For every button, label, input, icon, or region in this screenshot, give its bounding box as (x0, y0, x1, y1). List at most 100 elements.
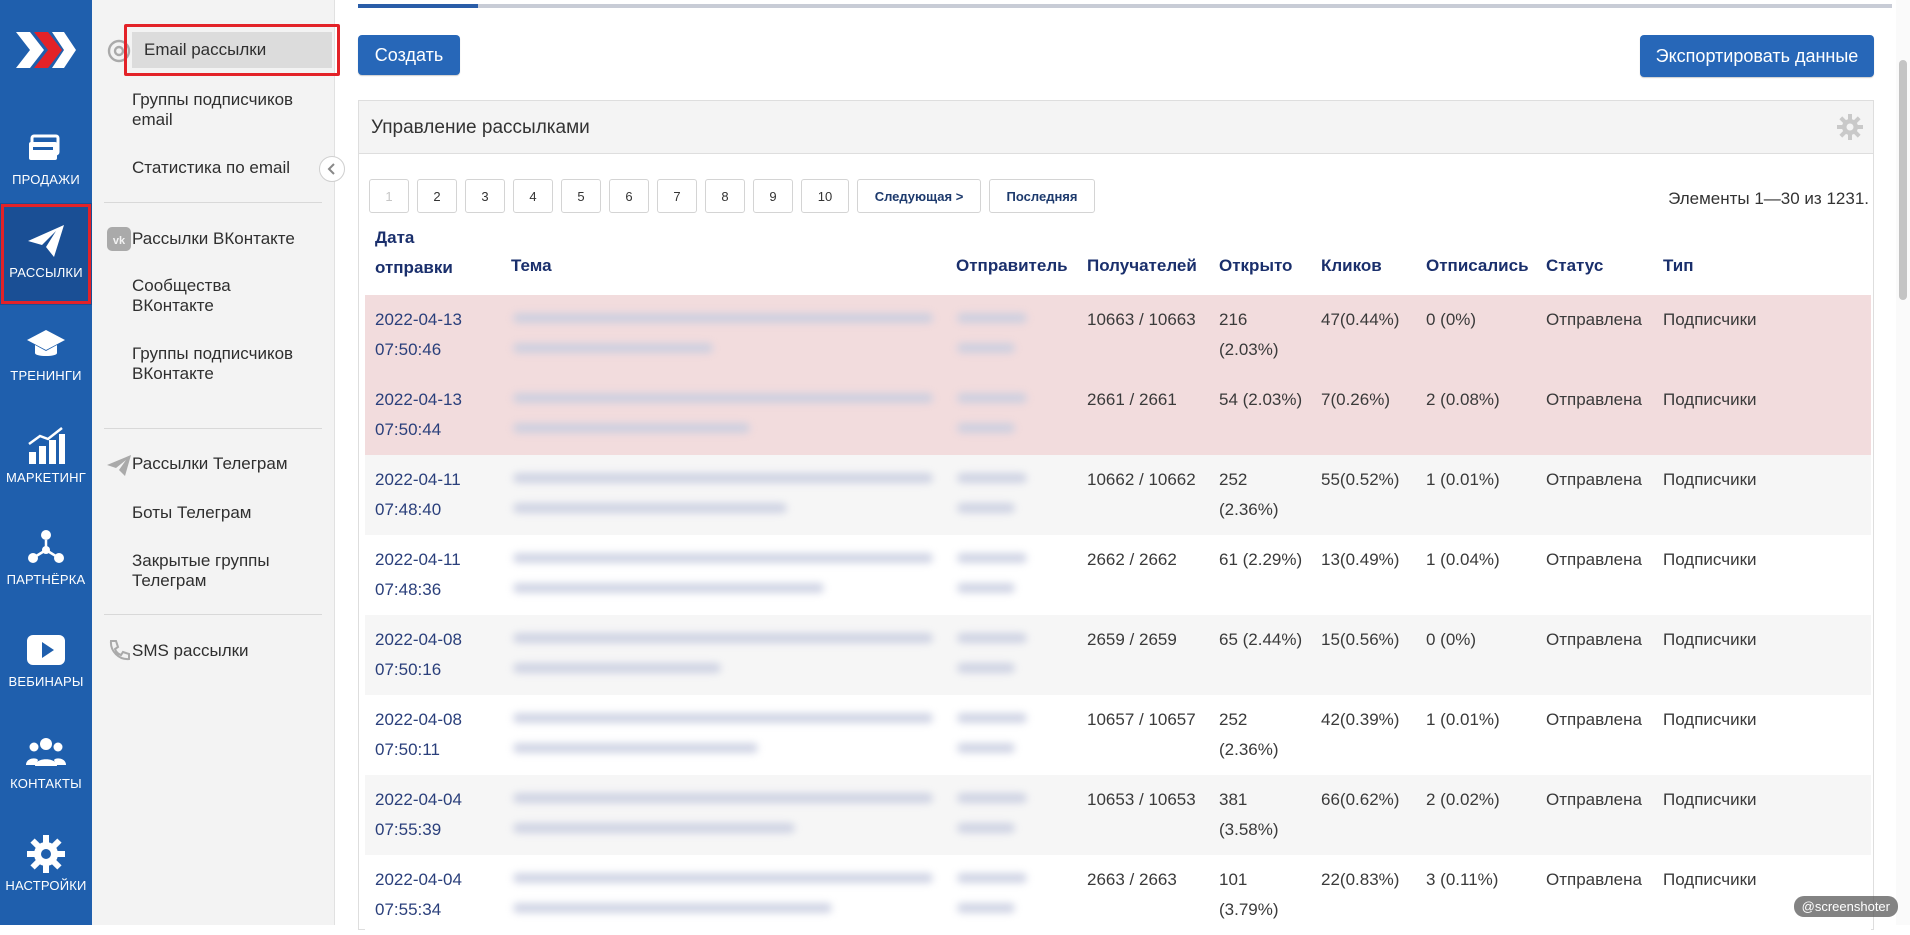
export-data-button[interactable]: Экспортировать данные (1640, 35, 1874, 77)
collapse-submenu-button[interactable] (319, 156, 345, 182)
submenu-telegram-bots[interactable]: Боты Телеграм (132, 503, 308, 523)
unsubscribed-cell: 1 (0.01%) (1426, 710, 1500, 729)
gear-icon (27, 835, 65, 873)
send-date-link[interactable]: 2022-04-04 07:55:39 (375, 785, 462, 845)
send-date-link[interactable]: 2022-04-11 07:48:40 (375, 465, 461, 525)
col-header-status[interactable]: Статус (1546, 251, 1603, 281)
send-date-link[interactable]: 2022-04-13 07:50:44 (375, 385, 462, 445)
opened-cell: 381 (3.58%) (1219, 785, 1279, 845)
col-header-unsubscribed[interactable]: Отписались (1426, 251, 1529, 281)
table-row[interactable]: 2022-04-11 07:48:40 10662 / 10662 252 (2.36%… (365, 455, 1871, 535)
col-header-recipients[interactable]: Получателей (1087, 251, 1197, 281)
opened-value: 381 (1219, 790, 1248, 809)
items-count: Элементы 1—30 из 1231. (1668, 189, 1869, 208)
page-button-9[interactable]: 9 (753, 179, 793, 213)
type-cell: Подписчики (1663, 550, 1757, 569)
table-row[interactable]: 2022-04-04 07:55:34 2663 / 2663 101 (3.79%) 2… (365, 855, 1871, 935)
submenu-vk-communities[interactable]: Сообщества ВКонтакте (132, 276, 308, 316)
send-time: 07:50:46 (375, 340, 442, 359)
page-button-5[interactable]: 5 (561, 179, 601, 213)
rail-item-mailings[interactable]: РАССЫЛКИ (0, 203, 92, 305)
play-icon (27, 635, 65, 665)
submenu-email-groups[interactable]: Группы подписчиков email (132, 90, 308, 130)
table-row[interactable]: 2022-04-04 07:55:39 10653 / 10653 381 (3.58%… (365, 775, 1871, 855)
growth-chart-icon (28, 427, 65, 464)
col-header-date[interactable]: Дата отправки (375, 223, 453, 283)
clicks-cell: 66(0.62%) (1321, 790, 1400, 809)
send-date-link[interactable]: 2022-04-11 07:48:36 (375, 545, 461, 605)
next-page-button[interactable]: Следующая > (857, 179, 981, 213)
mailings-submenu: Email рассылки Группы подписчиков email … (92, 0, 340, 925)
vertical-scrollbar[interactable] (1896, 0, 1910, 925)
opened-value: 252 (1219, 470, 1248, 489)
status-cell: Отправлена (1546, 310, 1642, 329)
page-button-2[interactable]: 2 (417, 179, 457, 213)
unsubscribed-cell: 1 (0.01%) (1426, 470, 1500, 489)
page-button-8[interactable]: 8 (705, 179, 745, 213)
col-header-type[interactable]: Тип (1663, 251, 1693, 281)
people-icon (26, 738, 66, 766)
rail-item-label: ВЕБИНАРЫ (8, 674, 84, 689)
type-cell: Подписчики (1663, 790, 1757, 809)
rail-item-partner[interactable]: ПАРТНЁРКА (0, 510, 92, 612)
partner-network-icon (28, 530, 64, 563)
clicks-cell: 7(0.26%) (1321, 390, 1390, 409)
submenu-telegram-mailings[interactable]: Рассылки Телеграм (132, 454, 308, 474)
send-date-link[interactable]: 2022-04-13 07:50:46 (375, 305, 462, 365)
rail-item-webinars[interactable]: ВЕБИНАРЫ (0, 612, 92, 714)
submenu-email-stats[interactable]: Статистика по email (132, 158, 308, 178)
send-date-link[interactable]: 2022-04-04 07:55:34 (375, 865, 462, 925)
col-header-opened[interactable]: Открыто (1219, 251, 1292, 281)
opened-percent: (3.58%) (1219, 820, 1279, 839)
last-page-button[interactable]: Последняя (989, 179, 1095, 213)
opened-value: 101 (1219, 870, 1248, 889)
submenu-sms-mailings[interactable]: SMS рассылки (132, 641, 308, 661)
table-row[interactable]: 2022-04-11 07:48:36 2662 / 2662 61 (2.29%) 1… (365, 535, 1871, 615)
page-button-7[interactable]: 7 (657, 179, 697, 213)
gear-icon[interactable] (1837, 114, 1863, 140)
type-cell: Подписчики (1663, 710, 1757, 729)
opened-value: 61 (2.29%) (1219, 550, 1303, 569)
opened-percent: (2.36%) (1219, 740, 1279, 759)
status-cell: Отправлена (1546, 870, 1642, 889)
col-header-subject[interactable]: Тема (511, 251, 552, 281)
rail-item-settings[interactable]: НАСТРОЙКИ (0, 816, 92, 918)
page-button-1[interactable]: 1 (369, 179, 409, 213)
unsubscribed-cell: 3 (0.11%) (1426, 870, 1499, 889)
opened-value: 54 (2.03%) (1219, 390, 1303, 409)
rail-item-trainings[interactable]: ТРЕНИНГИ (0, 306, 92, 408)
rail-item-sales[interactable]: ПРОДАЖИ (0, 110, 92, 212)
send-date: 2022-04-08 (375, 710, 462, 729)
page-button-10[interactable]: 10 (801, 179, 849, 213)
page-button-4[interactable]: 4 (513, 179, 553, 213)
rail-item-label: ПАРТНЁРКА (6, 572, 86, 587)
rail-item-label: РАССЫЛКИ (9, 265, 83, 280)
rail-item-marketing[interactable]: МАРКЕТИНГ (0, 408, 92, 510)
col-header-date-line2: отправки (375, 258, 453, 277)
create-button[interactable]: Создать (358, 35, 460, 75)
page-button-6[interactable]: 6 (609, 179, 649, 213)
unsubscribed-cell: 2 (0.08%) (1426, 390, 1500, 409)
table-row[interactable]: 2022-04-13 07:50:44 2661 / 2661 54 (2.03%) 7… (365, 375, 1871, 455)
submenu-email-mailings[interactable]: Email рассылки (124, 24, 340, 76)
table-row[interactable]: 2022-04-08 07:50:11 10657 / 10657 252 (2.36%… (365, 695, 1871, 775)
vk-icon: vk (107, 227, 131, 251)
send-time: 07:55:39 (375, 820, 442, 839)
opened-percent: (2.03%) (1219, 340, 1279, 359)
col-header-sender[interactable]: Отправитель (956, 251, 1068, 281)
table-row[interactable]: 2022-04-08 07:50:16 2659 / 2659 65 (2.44%) 1… (365, 615, 1871, 695)
send-date-link[interactable]: 2022-04-08 07:50:11 (375, 705, 462, 765)
paper-plane-icon (28, 225, 64, 257)
opened-cell: 216 (2.03%) (1219, 305, 1279, 365)
send-time: 07:48:40 (375, 500, 442, 519)
submenu-telegram-groups[interactable]: Закрытые группы Телеграм (132, 551, 308, 591)
send-date-link[interactable]: 2022-04-08 07:50:16 (375, 625, 462, 685)
table-row[interactable]: 2022-04-13 07:50:46 10663 / 10663 216 (2.03%… (365, 295, 1871, 375)
col-header-clicks[interactable]: Кликов (1321, 251, 1382, 281)
logo-icon[interactable] (14, 28, 78, 72)
submenu-vk-groups[interactable]: Группы подписчиков ВКонтакте (132, 344, 308, 384)
opened-percent: (3.79%) (1219, 900, 1279, 919)
rail-item-contacts[interactable]: КОНТАКТЫ (0, 714, 92, 816)
submenu-vk-mailings[interactable]: Рассылки ВКонтакте (132, 229, 308, 249)
page-button-3[interactable]: 3 (465, 179, 505, 213)
